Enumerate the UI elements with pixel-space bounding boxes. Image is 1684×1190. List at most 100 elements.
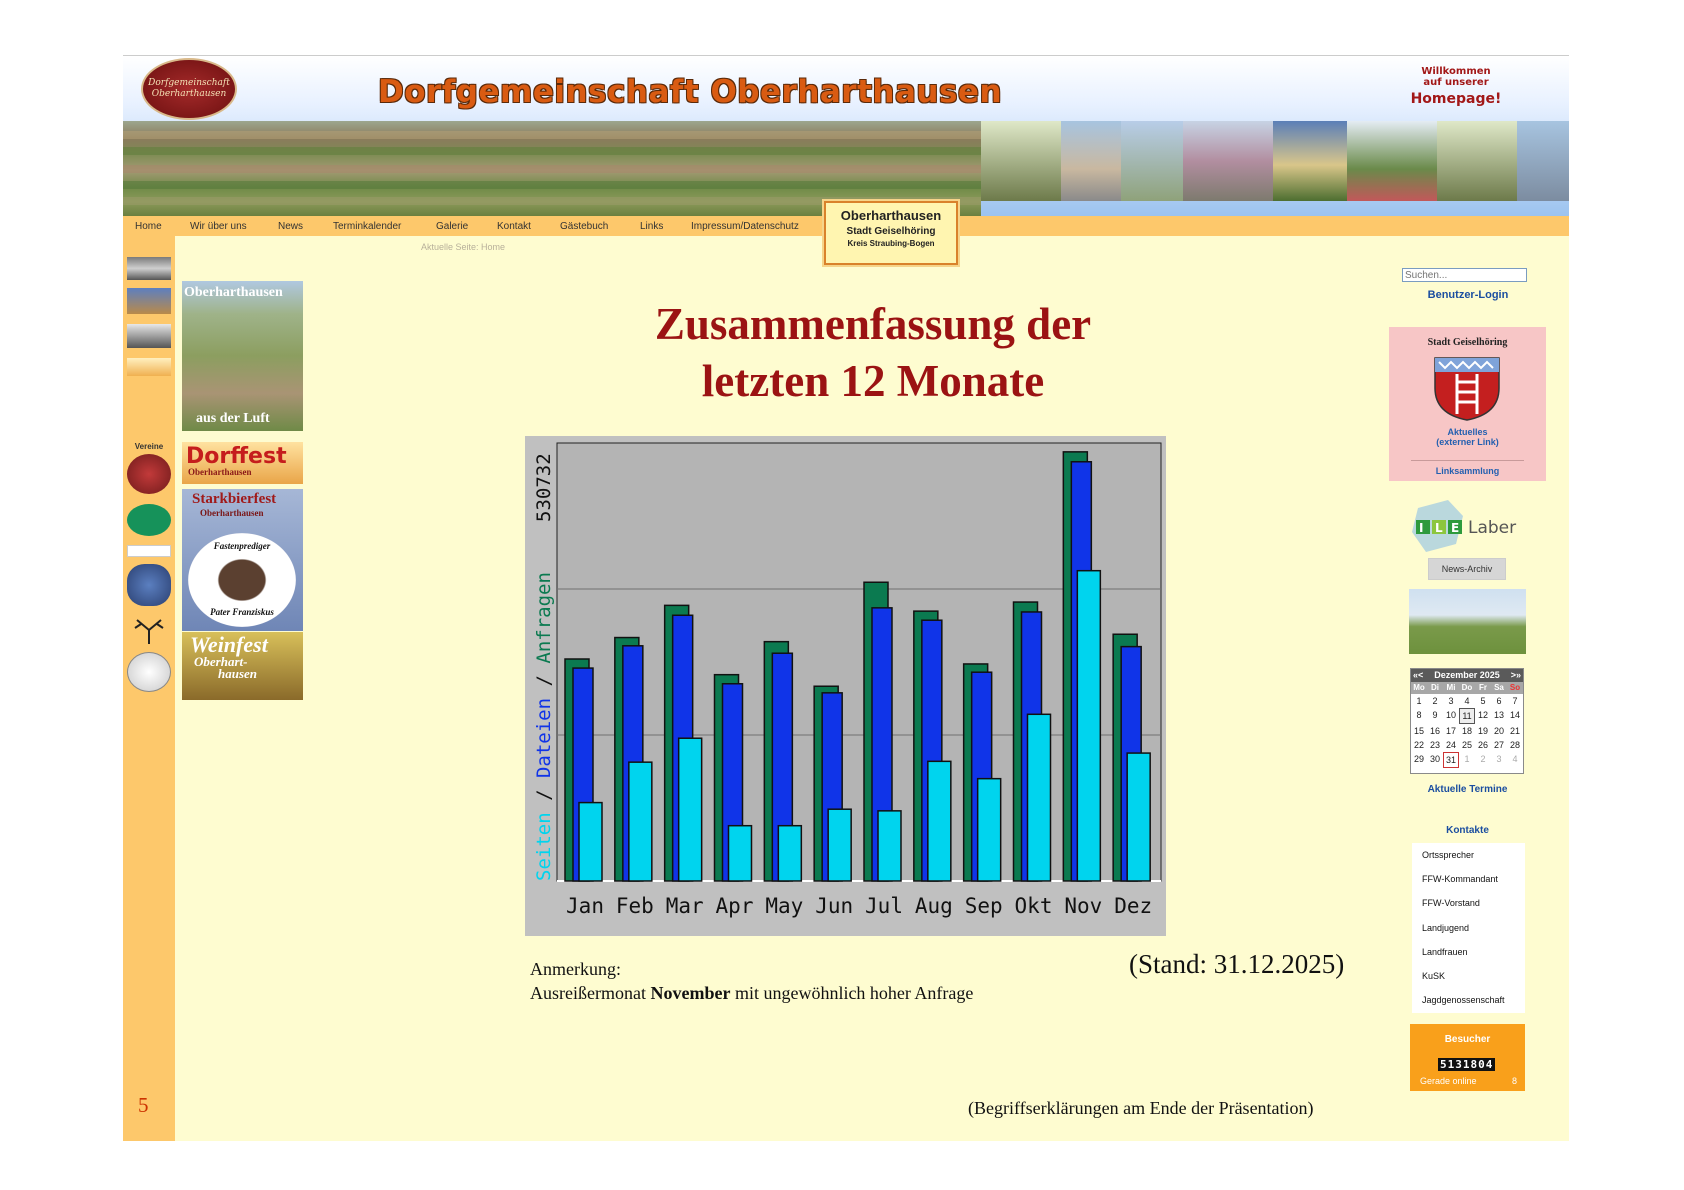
- bar-seiten-nov: [1076, 569, 1102, 882]
- calendar-day[interactable]: 27: [1491, 738, 1507, 752]
- vereine-label: Vereine: [134, 442, 164, 451]
- site-title: Dorfgemeinschaft Oberharthausen: [378, 74, 1003, 110]
- nav-gaestebuch[interactable]: Gästebuch: [560, 221, 608, 232]
- calendar-day[interactable]: 19: [1475, 724, 1491, 738]
- dorffest-thumbnail[interactable]: Dorffest Oberharthausen: [182, 442, 303, 484]
- starkbierfest-thumbnail[interactable]: Starkbierfest Oberharthausen Fastenpredi…: [182, 489, 303, 631]
- map-icon[interactable]: [127, 358, 171, 376]
- calendar-day[interactable]: 13: [1491, 708, 1507, 724]
- chart-note: Anmerkung: Ausreißermonat November mit u…: [530, 957, 973, 1005]
- calendar-day[interactable]: 16: [1427, 724, 1443, 738]
- calendar-day[interactable]: 24: [1443, 738, 1459, 752]
- nav-kontakt[interactable]: Kontakt: [497, 221, 531, 232]
- search-input[interactable]: [1402, 268, 1527, 282]
- login-link[interactable]: Benutzer-Login: [1388, 289, 1548, 301]
- kontakt-landjugend[interactable]: Landjugend: [1422, 923, 1469, 933]
- nav-news[interactable]: News: [278, 221, 303, 232]
- calendar-day[interactable]: 1: [1411, 694, 1427, 708]
- pomping-icon[interactable]: [127, 564, 171, 606]
- y-label-sep2: /: [533, 664, 555, 698]
- club-logo[interactable]: Dorfgemeinschaft Oberharthausen: [141, 58, 237, 120]
- calendar-prev-button[interactable]: «<: [1413, 669, 1423, 682]
- calendar-day[interactable]: 4: [1507, 752, 1523, 768]
- calendar-day[interactable]: 7: [1507, 694, 1523, 708]
- calendar-day[interactable]: 4: [1459, 694, 1475, 708]
- calendar-day[interactable]: 12: [1475, 708, 1491, 724]
- aktuelles-link[interactable]: Aktuelles (externer Link): [1389, 427, 1546, 447]
- nav-galerie[interactable]: Galerie: [436, 221, 468, 232]
- besucher-count: 5131804: [1438, 1058, 1496, 1071]
- calendar-day[interactable]: 17: [1443, 724, 1459, 738]
- aerial-map-icon[interactable]: [127, 257, 171, 280]
- header-banner: Dorfgemeinschaft Oberharthausen Dorfgeme…: [123, 56, 1569, 216]
- visitor-counter: Besucher 5131804 Gerade online 8: [1410, 1024, 1525, 1091]
- nav-wir-ueber-uns[interactable]: Wir über uns: [190, 221, 247, 232]
- calendar-day[interactable]: 29: [1411, 752, 1427, 768]
- calendar-days: 1 2 3 4 5 6 7 8 9 10 11 12 13 14 15 16 17 18 19 20 21 22 23 24 2…: [1411, 694, 1523, 768]
- landfrauen-icon[interactable]: [127, 545, 171, 557]
- news-archiv-button[interactable]: News-Archiv: [1428, 558, 1506, 580]
- calendar-day[interactable]: 28: [1507, 738, 1523, 752]
- ile-label: Laber: [1468, 518, 1516, 538]
- calendar-day[interactable]: 20: [1491, 724, 1507, 738]
- nav-links[interactable]: Links: [640, 221, 663, 232]
- aktuelle-termine-link[interactable]: Aktuelle Termine: [1389, 784, 1546, 795]
- kontakt-jagdgenossenschaft[interactable]: Jagdgenossenschaft: [1422, 995, 1505, 1005]
- note-text: Ausreißermonat November mit ungewöhnlich…: [530, 981, 973, 1005]
- welcome-line2: auf unserer: [1423, 77, 1489, 88]
- chapel-photo: [1347, 121, 1437, 201]
- luft-thumbnail[interactable]: Oberharthausen aus der Luft: [182, 281, 303, 431]
- calendar-day[interactable]: 18: [1459, 724, 1475, 738]
- town-sign: Oberharthausen Stadt Geiselhöring Kreis …: [824, 201, 958, 265]
- geiselhoering-box: Stadt Geiselhöring Aktuelles (externer L…: [1389, 327, 1546, 481]
- calendar-day[interactable]: 30: [1427, 752, 1443, 768]
- nav-terminkalender[interactable]: Terminkalender: [333, 221, 401, 232]
- calendar-day[interactable]: 2: [1427, 694, 1443, 708]
- kljb-icon[interactable]: [127, 504, 171, 536]
- calendar-day[interactable]: 3: [1491, 752, 1507, 768]
- linksammlung-link[interactable]: Linksammlung: [1389, 466, 1546, 476]
- geiselhoering-crest-icon[interactable]: [1431, 354, 1503, 422]
- calendar-day[interactable]: 10: [1443, 708, 1459, 724]
- calendar-day[interactable]: 15: [1411, 724, 1427, 738]
- calendar-day[interactable]: 3: [1443, 694, 1459, 708]
- kusk-icon[interactable]: [127, 652, 171, 692]
- calendar-day[interactable]: 21: [1507, 724, 1523, 738]
- calendar-day[interactable]: 1: [1459, 752, 1475, 768]
- kontakt-ffw-kommandant[interactable]: FFW-Kommandant: [1422, 874, 1498, 884]
- building-icon[interactable]: [127, 324, 171, 348]
- church-icon[interactable]: [127, 288, 171, 314]
- weekday-di: Di: [1431, 683, 1439, 692]
- ffw-badge-icon[interactable]: [127, 454, 171, 494]
- calendar-day[interactable]: 6: [1491, 694, 1507, 708]
- weinfest-thumbnail[interactable]: Weinfest Oberhart- hausen: [182, 632, 303, 700]
- month-label-nov: Nov: [1064, 894, 1102, 918]
- calendar-day[interactable]: 5: [1475, 694, 1491, 708]
- village-meadow-photo[interactable]: [1409, 589, 1526, 654]
- ile-laber-logo[interactable]: I L E Laber: [1408, 496, 1533, 556]
- calendar-day[interactable]: 2: [1475, 752, 1491, 768]
- chart-svg: Jan Feb Mar Apr May Jun Jul Aug Sep Okt Nov Dez 530…: [525, 436, 1166, 936]
- deer-antler-icon[interactable]: [127, 616, 171, 646]
- calendar-day[interactable]: 26: [1475, 738, 1491, 752]
- kontakt-ffw-vorstand[interactable]: FFW-Vorstand: [1422, 898, 1480, 908]
- calendar-next-button[interactable]: >»: [1511, 669, 1521, 682]
- kontakt-landfrauen[interactable]: Landfrauen: [1422, 947, 1468, 957]
- aktuelles-line2: (externer Link): [1436, 437, 1499, 447]
- calendar-day[interactable]: 25: [1459, 738, 1475, 752]
- calendar-day[interactable]: 31: [1443, 752, 1459, 768]
- kontakt-ortssprecher[interactable]: Ortssprecher: [1422, 850, 1474, 860]
- nav-home[interactable]: Home: [135, 221, 162, 232]
- calendar-day[interactable]: 23: [1427, 738, 1443, 752]
- kontakt-kusk[interactable]: KuSK: [1422, 971, 1445, 981]
- logo-text: Dorfgemeinschaft Oberharthausen: [148, 78, 230, 99]
- kontakte-title: Kontakte: [1446, 825, 1489, 836]
- calendar-day[interactable]: 14: [1507, 708, 1523, 724]
- y-label-sep1: /: [533, 778, 555, 812]
- bar-seiten-jan: [578, 801, 603, 882]
- nav-impressum[interactable]: Impressum/Datenschutz: [691, 221, 799, 232]
- calendar-day[interactable]: 22: [1411, 738, 1427, 752]
- calendar-day[interactable]: 11: [1459, 708, 1475, 724]
- calendar-day[interactable]: 8: [1411, 708, 1427, 724]
- calendar-day[interactable]: 9: [1427, 708, 1443, 724]
